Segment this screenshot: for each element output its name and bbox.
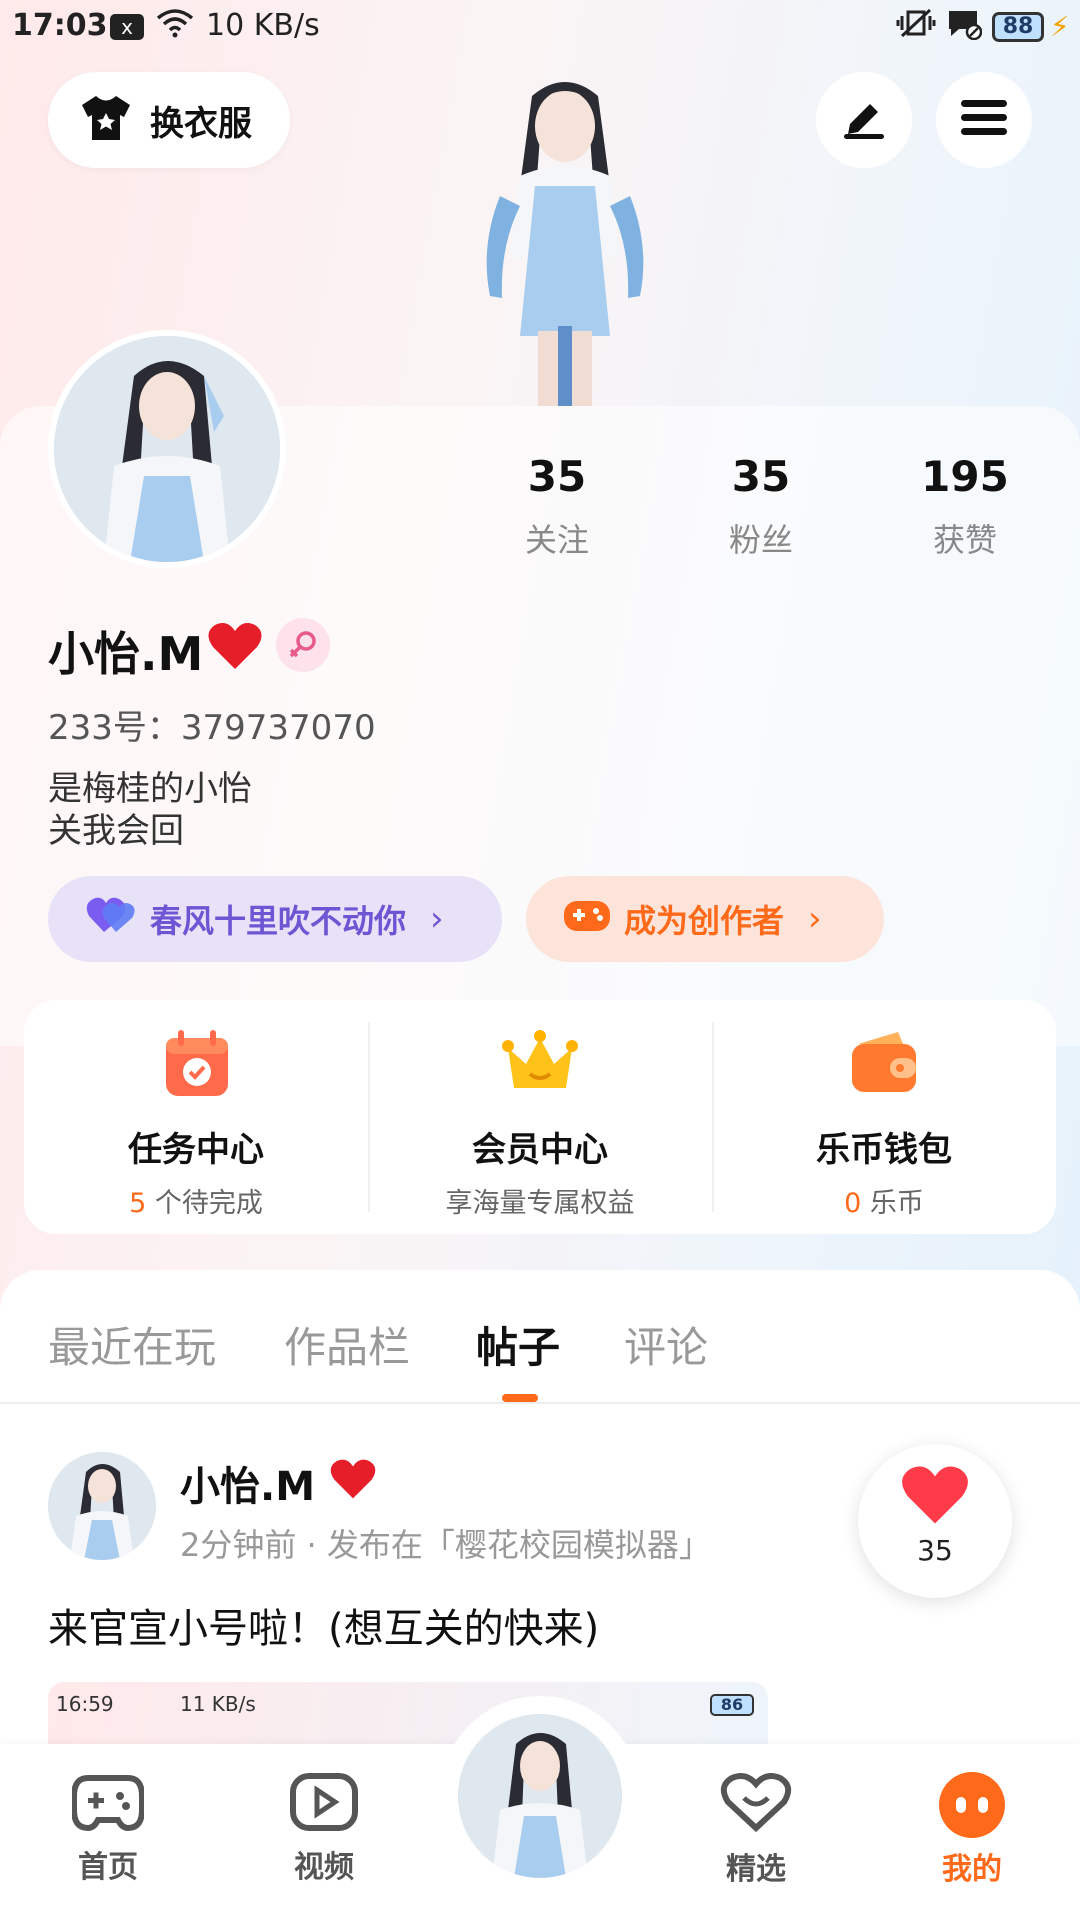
vip-badge-label: 春风十里吹不动你	[150, 902, 407, 940]
nav-featured[interactable]: 精选	[696, 1772, 816, 1888]
task-center-sub-text: 个待完成	[146, 1188, 263, 1219]
task-center[interactable]: 任务中心 5 个待完成	[24, 1000, 368, 1234]
gamepad-icon	[71, 1775, 145, 1836]
battery-icon: 88	[992, 12, 1044, 42]
status-bar: 17:03 x 10 KB/s 88 ⚡	[0, 0, 1080, 56]
followers-count: 35	[731, 452, 791, 501]
nav-me-label: 我的	[942, 1852, 1002, 1887]
post-text: 来官宣小号啦！(想互关的快来)	[48, 1606, 600, 1652]
coin-wallet-sub-text: 乐币	[861, 1188, 924, 1219]
video-play-icon	[289, 1773, 359, 1836]
member-center-sub: 享海量专属权益	[368, 1181, 712, 1220]
nav-home-label: 首页	[78, 1850, 138, 1885]
chevron-right-icon: ›	[808, 899, 822, 939]
post-author-name-text: 小怡.M	[180, 1464, 315, 1510]
coin-count: 0	[844, 1188, 862, 1219]
menu-button[interactable]	[936, 72, 1032, 168]
bio-line: 关我会回	[48, 811, 184, 851]
menu-icon	[961, 98, 1007, 142]
screenshot-battery: 86	[710, 1694, 754, 1716]
red-heart-icon	[207, 621, 263, 682]
coin-wallet-title: 乐币钱包	[816, 1130, 952, 1170]
stat-following[interactable]: 35 关注	[472, 452, 642, 561]
tshirt-icon	[78, 93, 134, 147]
post-meta: 2分钟前 · 发布在「樱花校园模拟器」	[180, 1526, 711, 1564]
profile-name-text: 小怡.M	[48, 627, 204, 681]
member-center[interactable]: 会员中心 享海量专属权益	[368, 1000, 712, 1234]
nav-video[interactable]: 视频	[264, 1772, 384, 1886]
post-author-name[interactable]: 小怡.M	[180, 1454, 377, 1512]
charging-icon: ⚡	[1050, 10, 1070, 43]
become-creator-button[interactable]: 成为创作者 ›	[526, 876, 884, 962]
stat-followers[interactable]: 35 粉丝	[676, 452, 846, 561]
task-center-sub: 5 个待完成	[24, 1181, 368, 1220]
chevron-right-icon: ›	[430, 899, 444, 939]
post-author-avatar[interactable]	[48, 1452, 156, 1560]
member-center-sub-text: 享海量专属权益	[445, 1188, 635, 1219]
active-tab-indicator	[502, 1394, 538, 1402]
bio: 是梅桂的小怡 关我会回	[48, 768, 252, 852]
like-button[interactable]: 35	[858, 1444, 1012, 1598]
following-count: 35	[527, 452, 587, 501]
coin-wallet[interactable]: 乐币钱包 0 乐币	[712, 1000, 1056, 1234]
me-face-icon	[939, 1772, 1005, 1838]
quick-actions-panel: 任务中心 5 个待完成 会员中心 享海量专属权益 乐币钱包 0 乐币	[24, 1000, 1056, 1234]
vip-badge-button[interactable]: 春风十里吹不动你 ›	[48, 876, 502, 962]
following-label: 关注	[524, 521, 589, 559]
nav-home[interactable]: 首页	[48, 1772, 168, 1886]
likes-count: 195	[921, 452, 1009, 501]
heart-smile-icon	[720, 1773, 792, 1838]
double-heart-icon	[86, 896, 136, 942]
screenshot-status-bar: 16:59 11 KB/s	[56, 1692, 256, 1716]
user-id: 233号：379737070	[48, 708, 376, 748]
screenshot-time: 16:59	[56, 1692, 114, 1716]
task-center-title: 任务中心	[128, 1130, 264, 1170]
task-count: 5	[129, 1188, 147, 1219]
followers-label: 粉丝	[728, 521, 793, 559]
divider	[0, 1402, 1080, 1404]
heart-icon	[900, 1466, 970, 1530]
edit-profile-button[interactable]	[816, 72, 912, 168]
vibrate-icon	[896, 6, 936, 48]
tab-recently-played[interactable]: 最近在玩	[48, 1314, 216, 1375]
stat-likes[interactable]: 195 获赞	[880, 452, 1050, 561]
change-outfit-button[interactable]: 换衣服	[48, 72, 290, 168]
gamepad-icon	[564, 897, 610, 941]
red-heart-icon	[329, 1459, 377, 1510]
member-center-title: 会员中心	[472, 1130, 608, 1170]
bio-line: 是梅桂的小怡	[48, 769, 252, 809]
net-speed: 10 KB/s	[206, 8, 320, 43]
crown-icon	[500, 1024, 580, 1104]
wallet-icon	[844, 1024, 924, 1104]
avatar[interactable]	[48, 330, 286, 568]
profile-name: 小怡.M	[48, 618, 263, 684]
wifi-icon	[156, 8, 194, 46]
coin-wallet-sub: 0 乐币	[712, 1181, 1056, 1220]
nav-character-avatar[interactable]	[440, 1696, 640, 1896]
nav-featured-label: 精选	[726, 1852, 786, 1887]
tab-posts[interactable]: 帖子	[476, 1314, 560, 1375]
tab-works[interactable]: 作品栏	[284, 1314, 410, 1375]
screenshot-speed: 11 KB/s	[180, 1692, 256, 1716]
like-count: 35	[917, 1534, 953, 1567]
become-creator-label: 成为创作者	[624, 902, 785, 940]
nav-video-label: 视频	[294, 1850, 354, 1885]
female-icon	[276, 618, 330, 672]
message-icon	[946, 8, 983, 47]
calendar-check-icon	[156, 1024, 236, 1104]
status-time: 17:03	[12, 8, 108, 43]
likes-label: 获赞	[932, 521, 997, 559]
edit-icon	[840, 96, 888, 144]
change-outfit-label: 换衣服	[150, 103, 252, 144]
character-model[interactable]	[440, 76, 690, 406]
sim-x-icon: x	[110, 14, 144, 40]
nav-me[interactable]: 我的	[912, 1772, 1032, 1888]
tab-comments[interactable]: 评论	[624, 1314, 708, 1375]
